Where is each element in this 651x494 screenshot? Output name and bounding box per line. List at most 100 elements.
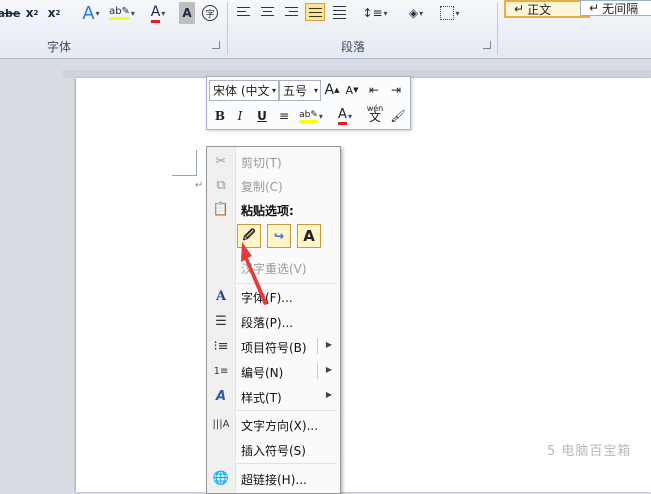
- menu-item-hyperlink[interactable]: 🌐 超链接(H)...: [207, 466, 340, 490]
- highlight-button[interactable]: ab✎ ▾: [297, 106, 325, 126]
- annotation-arrow-icon: [241, 242, 268, 305]
- line-spacing-button[interactable]: ↕≡ ▾: [362, 2, 388, 24]
- menu-item-bullets[interactable]: ⁝≡ 项目符号(B) ▶: [207, 334, 340, 358]
- increase-indent-icon: ⇥: [390, 83, 402, 97]
- menu-separator: [237, 410, 337, 411]
- menu-item-insert-symbol[interactable]: 插入符号(S): [207, 437, 340, 461]
- crop-mark: [196, 150, 197, 176]
- align-left-button[interactable]: [234, 3, 254, 21]
- context-menu: ✂ 剪切(T) ⧉ 复制(C) 📋 粘贴选项: 🖉 ↪ A 汉字重选(V) A …: [206, 146, 341, 494]
- text-only-icon: A: [303, 227, 315, 245]
- text-effects-icon: A: [82, 2, 95, 24]
- phonetic-guide-button[interactable]: wén 文: [365, 103, 385, 123]
- paste-text-only-button[interactable]: A: [297, 224, 321, 248]
- strikethrough-label: abe: [0, 6, 21, 20]
- copy-icon: ⧉: [216, 177, 226, 193]
- scissors-icon: ✂: [215, 153, 227, 169]
- menu-item-text-direction[interactable]: |||A 文字方向(X)...: [207, 412, 340, 436]
- submenu-divider: [317, 363, 318, 379]
- increase-indent-button[interactable]: ⇥: [387, 80, 405, 100]
- watermark: 5 电脑百宝箱: [547, 444, 632, 459]
- superscript-button[interactable]: x2: [46, 2, 62, 24]
- italic-icon: I: [237, 109, 243, 123]
- menu-item-copy[interactable]: ⧉ 复制(C): [207, 173, 340, 197]
- font-name-value: 宋体 (中文: [213, 84, 270, 98]
- align-center-button[interactable]: [258, 3, 278, 21]
- document-page[interactable]: [76, 78, 651, 492]
- style-no-spacing-label: 无间隔: [602, 1, 639, 16]
- decrease-indent-button[interactable]: ⇤: [365, 80, 383, 100]
- shrink-font-button[interactable]: A ▼: [343, 80, 361, 100]
- font-icon: A: [215, 288, 227, 304]
- menu-item-paste-options: 📋 粘贴选项:: [207, 197, 340, 221]
- text-effects-button[interactable]: A ▾: [78, 2, 104, 24]
- highlighter-icon: ab✎: [109, 6, 130, 20]
- borders-button[interactable]: ▾: [436, 2, 464, 24]
- borders-icon: [440, 6, 455, 20]
- font-dialog-launcher-icon[interactable]: [212, 41, 220, 49]
- menu-item-label: 文字方向(X)...: [241, 419, 319, 433]
- distributed-button[interactable]: [330, 3, 350, 21]
- font-group-label: 字体: [47, 40, 72, 54]
- clipboard-icon: 📋: [212, 201, 230, 217]
- chevron-down-icon[interactable]: ▾: [314, 86, 318, 95]
- font-color-icon: A: [150, 4, 161, 23]
- submenu-arrow-icon[interactable]: ▶: [326, 340, 332, 349]
- enclosed-char-icon: 字: [202, 5, 218, 21]
- submenu-arrow-icon[interactable]: ▶: [326, 365, 332, 374]
- char-shading-icon: A: [182, 6, 192, 20]
- center-button[interactable]: ≡: [275, 106, 293, 126]
- menu-item-label: 超链接(H)...: [241, 473, 307, 487]
- menu-item-label: 粘贴选项:: [241, 204, 294, 218]
- numbering-icon: 1≡: [213, 365, 229, 377]
- subscript-button[interactable]: x2: [24, 2, 40, 24]
- font-color-button[interactable]: A ▾: [144, 2, 172, 24]
- paragraph-mark-icon: ↵: [514, 2, 525, 16]
- menu-item-label: 剪切(T): [241, 156, 282, 170]
- underline-icon: U: [257, 109, 267, 123]
- bold-icon: B: [214, 109, 226, 123]
- font-size-value: 五号: [283, 84, 308, 98]
- format-painter-button[interactable]: 🖌: [389, 106, 407, 126]
- decrease-indent-icon: ⇤: [368, 83, 380, 97]
- submenu-arrow-icon[interactable]: ▶: [326, 390, 332, 399]
- menu-item-label: 段落(P)...: [241, 316, 294, 330]
- style-normal[interactable]: ↵ 正文: [504, 0, 590, 18]
- menu-item-numbering[interactable]: 1≡ 编号(N) ▶: [207, 359, 340, 383]
- format-painter-icon: 🖌: [390, 109, 406, 123]
- shrink-font-icon: A: [345, 83, 354, 97]
- align-right-button[interactable]: [282, 3, 302, 21]
- font-size-box[interactable]: 五号 ▾: [279, 80, 321, 101]
- paragraph-mark-icon: ↵: [195, 180, 204, 191]
- menu-item-styles[interactable]: A 样式(T) ▶: [207, 384, 340, 408]
- menu-separator: [237, 463, 337, 464]
- char-shading-button[interactable]: A: [179, 2, 195, 24]
- menu-item-cut[interactable]: ✂ 剪切(T): [207, 149, 340, 173]
- paragraph-icon: ☰: [215, 313, 227, 329]
- menu-item-paragraph[interactable]: ☰ 段落(P)...: [207, 309, 340, 333]
- globe-link-icon: 🌐: [212, 470, 230, 486]
- shading-button[interactable]: ◈ ▾: [402, 2, 430, 24]
- chevron-down-icon[interactable]: ▾: [272, 86, 276, 95]
- font-color-button[interactable]: A ▾: [331, 106, 359, 126]
- grow-font-button[interactable]: A ▲: [323, 80, 341, 100]
- strikethrough-button[interactable]: abe: [0, 2, 21, 24]
- font-color-icon: A: [338, 107, 347, 125]
- style-no-spacing[interactable]: ↵ 无间隔: [580, 0, 651, 16]
- paragraph-dialog-launcher-icon[interactable]: [483, 41, 491, 49]
- phonetic-char: 文: [368, 110, 381, 124]
- underline-button[interactable]: U: [253, 106, 271, 126]
- bullets-icon: ⁝≡: [213, 338, 229, 354]
- line-spacing-icon: ↕≡: [362, 6, 383, 20]
- align-center-icon: ≡: [278, 109, 290, 123]
- bold-button[interactable]: B: [211, 106, 229, 126]
- justify-button[interactable]: [305, 3, 325, 21]
- italic-button[interactable]: I: [231, 106, 249, 126]
- highlight-button[interactable]: ab✎ ▾: [108, 2, 136, 24]
- enclose-char-button[interactable]: 字: [201, 2, 219, 24]
- group-divider: [227, 2, 228, 54]
- menu-item-label: 编号(N): [241, 366, 284, 380]
- font-name-box[interactable]: 宋体 (中文 ▾: [209, 80, 279, 101]
- menu-item-label: 插入符号(S): [241, 444, 306, 458]
- paint-bucket-icon: ◈: [408, 6, 419, 20]
